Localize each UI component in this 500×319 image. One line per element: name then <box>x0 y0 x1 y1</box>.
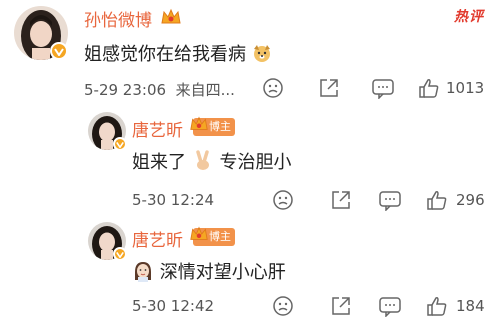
comment-time: 5-30 12:42 <box>132 297 215 315</box>
comment-time: 5-29 23:06 来自四... <box>84 81 235 99</box>
blogger-badge: 博主 <box>190 226 235 246</box>
comment-text: 姐感觉你在给我看病 <box>84 40 272 68</box>
username[interactable]: 唐艺昕 <box>132 226 183 251</box>
like-count: 184 <box>456 297 485 315</box>
verified-badge-icon <box>50 42 68 60</box>
sad-face-icon[interactable] <box>272 295 294 317</box>
share-icon[interactable] <box>330 189 352 211</box>
thumbs-up-icon[interactable] <box>426 295 448 317</box>
comment-bubble-icon[interactable] <box>378 189 402 211</box>
woman-emoji-icon <box>132 260 154 287</box>
comment-bubble-icon[interactable] <box>371 77 395 99</box>
hot-comment-tag: 热评 <box>454 9 484 25</box>
sad-face-icon[interactable] <box>272 189 294 211</box>
victory-hand-icon <box>192 149 214 177</box>
comment-source: 来自四... <box>175 81 235 99</box>
verified-badge-icon <box>113 247 127 261</box>
like-count: 296 <box>456 191 485 209</box>
share-icon[interactable] <box>318 77 340 99</box>
like-count: 1013 <box>446 79 485 97</box>
vip-crown-icon <box>190 116 208 130</box>
share-icon[interactable] <box>330 295 352 317</box>
vip-crown-icon <box>190 226 208 240</box>
comment-text: 深情对望小心肝 <box>132 258 286 287</box>
comment-time: 5-30 12:24 <box>132 191 215 209</box>
blogger-badge: 博主 <box>190 116 235 136</box>
username[interactable]: 唐艺昕 <box>132 116 183 141</box>
thumbs-up-icon[interactable] <box>418 77 440 99</box>
sad-face-icon[interactable] <box>262 77 284 99</box>
username[interactable]: 孙怡微博 <box>84 6 152 31</box>
dog-emoji-icon <box>252 43 272 68</box>
comment-text: 姐来了 专治胆小 <box>132 148 291 177</box>
thumbs-up-icon[interactable] <box>426 189 448 211</box>
vip-crown-icon <box>161 8 181 24</box>
verified-badge-icon <box>113 137 127 151</box>
comment-bubble-icon[interactable] <box>378 295 402 317</box>
